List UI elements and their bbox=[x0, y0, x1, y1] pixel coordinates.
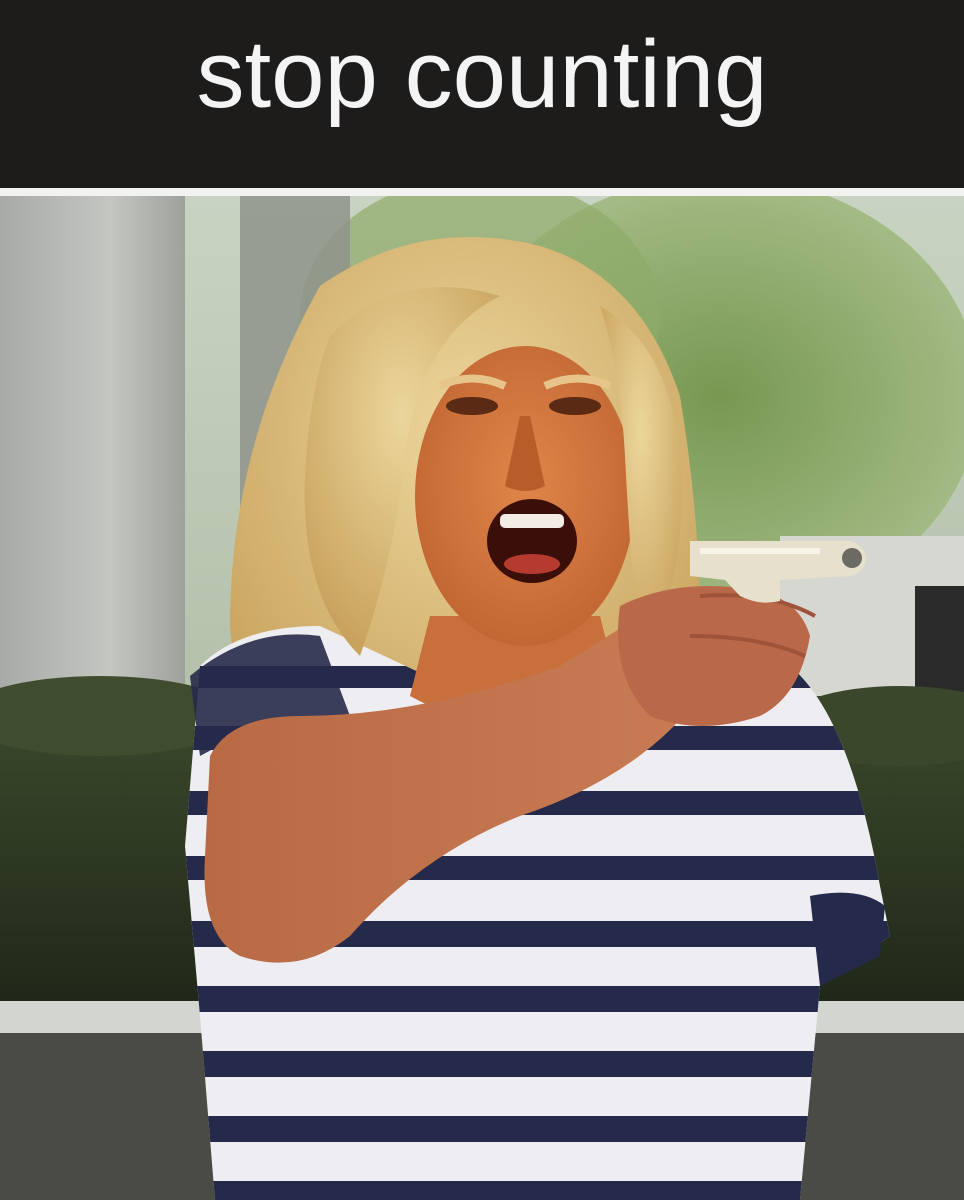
caption-text: stop counting bbox=[196, 21, 768, 128]
divider bbox=[0, 188, 964, 196]
photo-illustration bbox=[0, 196, 964, 1200]
meme-image: stop counting bbox=[0, 0, 964, 1200]
caption-bar: stop counting bbox=[0, 0, 964, 188]
photo bbox=[0, 196, 964, 1200]
